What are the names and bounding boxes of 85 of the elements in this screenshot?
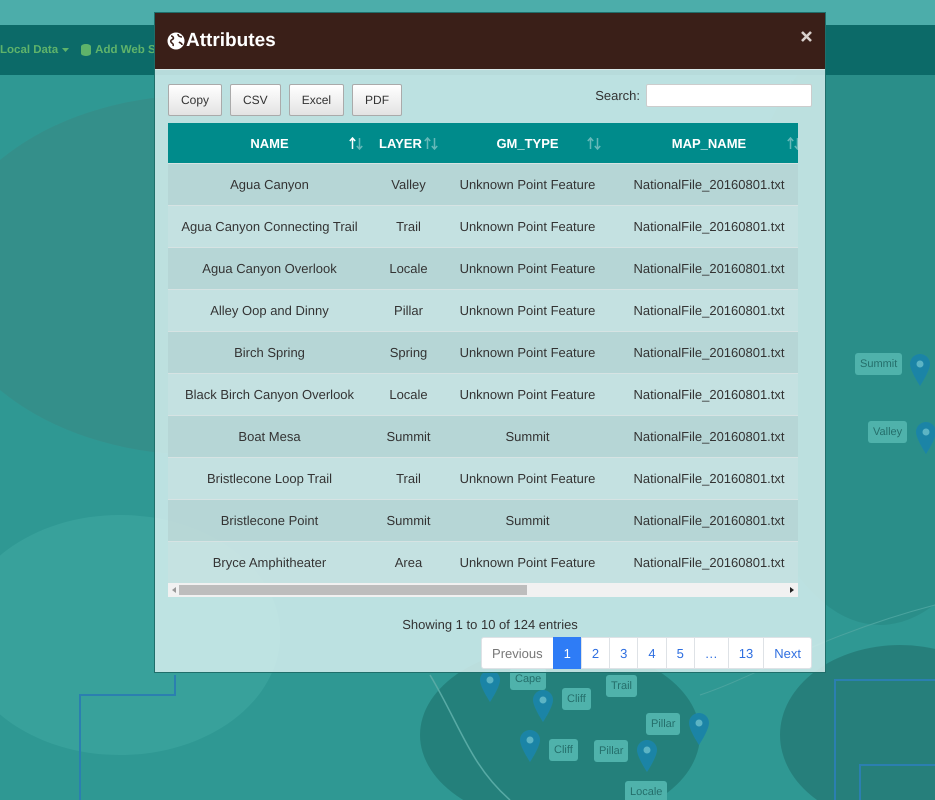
table-cell: Unknown Point Feature	[446, 290, 609, 332]
map-pin-icon[interactable]	[520, 730, 540, 762]
table-cell: Bristlecone Loop Trail	[168, 458, 371, 500]
page-button[interactable]: 13	[728, 637, 764, 669]
column-title: NAME	[250, 136, 289, 150]
column-title: GM_TYPE	[496, 136, 559, 150]
table-cell: Summit	[371, 416, 446, 458]
table-cell: NationalFile_20160801.txt	[609, 374, 798, 416]
table-cell: Trail	[371, 458, 446, 500]
search-label: Search:	[595, 88, 640, 103]
table-cell: Locale	[371, 248, 446, 290]
table-cell: NationalFile_20160801.txt	[609, 206, 798, 248]
table-cell: Pillar	[371, 290, 446, 332]
map-pin-icon[interactable]	[637, 740, 657, 772]
column-header[interactable]: MAP_NAME	[609, 123, 798, 164]
page-button[interactable]: …	[694, 637, 729, 669]
table-cell: Summit	[446, 416, 609, 458]
export-button[interactable]: Copy	[168, 84, 222, 116]
page-button[interactable]: 2	[580, 637, 610, 669]
map-marker-label: Valley	[868, 421, 908, 443]
entries-info: Showing 1 to 10 of 124 entries	[401, 617, 579, 632]
map-marker-label: Summit	[855, 353, 902, 375]
table-cell: Summit	[446, 500, 609, 542]
horizontal-scrollbar[interactable]	[168, 583, 798, 597]
scroll-right-icon[interactable]	[790, 587, 794, 593]
scroll-left-icon[interactable]	[172, 587, 176, 593]
map-marker-label: Trail	[606, 675, 637, 697]
table-cell: Unknown Point Feature	[446, 332, 609, 374]
table-cell: Trail	[371, 206, 446, 248]
table-cell: Valley	[371, 164, 446, 206]
column-title: LAYER	[379, 136, 422, 150]
page-button[interactable]: 3	[609, 637, 638, 669]
table-cell: NationalFile_20160801.txt	[609, 542, 798, 583]
table-cell: Bristlecone Point	[168, 500, 371, 542]
table-cell: NationalFile_20160801.txt	[609, 500, 798, 542]
close-icon[interactable]	[801, 31, 812, 42]
map-pin-icon[interactable]	[916, 422, 935, 454]
table-cell: NationalFile_20160801.txt	[609, 458, 798, 500]
table-cell: NationalFile_20160801.txt	[609, 164, 798, 206]
table-cell: Area	[371, 542, 446, 583]
export-button[interactable]: Excel	[288, 84, 344, 116]
search-field[interactable]	[646, 84, 812, 107]
page-button[interactable]: 4	[637, 637, 667, 669]
export-button[interactable]: PDF	[352, 84, 402, 116]
map-marker-label: Cliff	[549, 739, 578, 761]
table-cell: Birch Spring	[168, 332, 371, 374]
table-cell: Unknown Point Feature	[446, 248, 609, 290]
table-cell: Unknown Point Feature	[446, 458, 609, 500]
table-cell: Unknown Point Feature	[446, 374, 609, 416]
dialog-title: Attributes	[186, 30, 276, 52]
map-marker-label: Pillar	[646, 713, 680, 735]
nav-menu-item[interactable]: Local Data	[0, 44, 70, 56]
table-cell: NationalFile_20160801.txt	[609, 332, 798, 374]
table-cell: Alley Oop and Dinny	[168, 290, 371, 332]
export-button[interactable]: CSV	[230, 84, 281, 116]
table-cell: NationalFile_20160801.txt	[609, 416, 798, 458]
column-header[interactable]: LAYER	[371, 123, 446, 164]
column-title: MAP_NAME	[672, 136, 746, 150]
table-cell: Boat Mesa	[168, 416, 371, 458]
table-cell: Locale	[371, 374, 446, 416]
table-cell: Agua Canyon Overlook	[168, 248, 371, 290]
column-header[interactable]: NAME	[168, 123, 371, 164]
table-cell: Agua Canyon	[168, 164, 371, 206]
table-cell: NationalFile_20160801.txt	[609, 248, 798, 290]
table-cell: Unknown Point Feature	[446, 206, 609, 248]
table-cell: NationalFile_20160801.txt	[609, 290, 798, 332]
table-cell: Unknown Point Feature	[446, 164, 609, 206]
map-marker-label: Cliff	[562, 688, 591, 710]
column-header[interactable]: GM_TYPE	[446, 123, 609, 164]
globe-icon	[167, 32, 185, 50]
map-pin-icon[interactable]	[689, 713, 709, 745]
map-marker-label: Pillar	[594, 740, 628, 762]
table-cell: Unknown Point Feature	[446, 542, 609, 583]
table-cell: Summit	[371, 500, 446, 542]
map-pin-icon[interactable]	[533, 690, 553, 722]
table-cell: Agua Canyon Connecting Trail	[168, 206, 371, 248]
map-marker-label: Locale	[625, 781, 668, 800]
page-button[interactable]: Next	[763, 637, 812, 669]
page-button[interactable]: 5	[666, 637, 695, 669]
map-pin-icon[interactable]	[910, 354, 930, 386]
table-cell: Bryce Amphitheater	[168, 542, 371, 583]
database-icon	[81, 44, 92, 56]
table-cell: Spring	[371, 332, 446, 374]
page-button[interactable]: 1	[552, 637, 582, 669]
table-cell: Black Birch Canyon Overlook	[168, 374, 371, 416]
